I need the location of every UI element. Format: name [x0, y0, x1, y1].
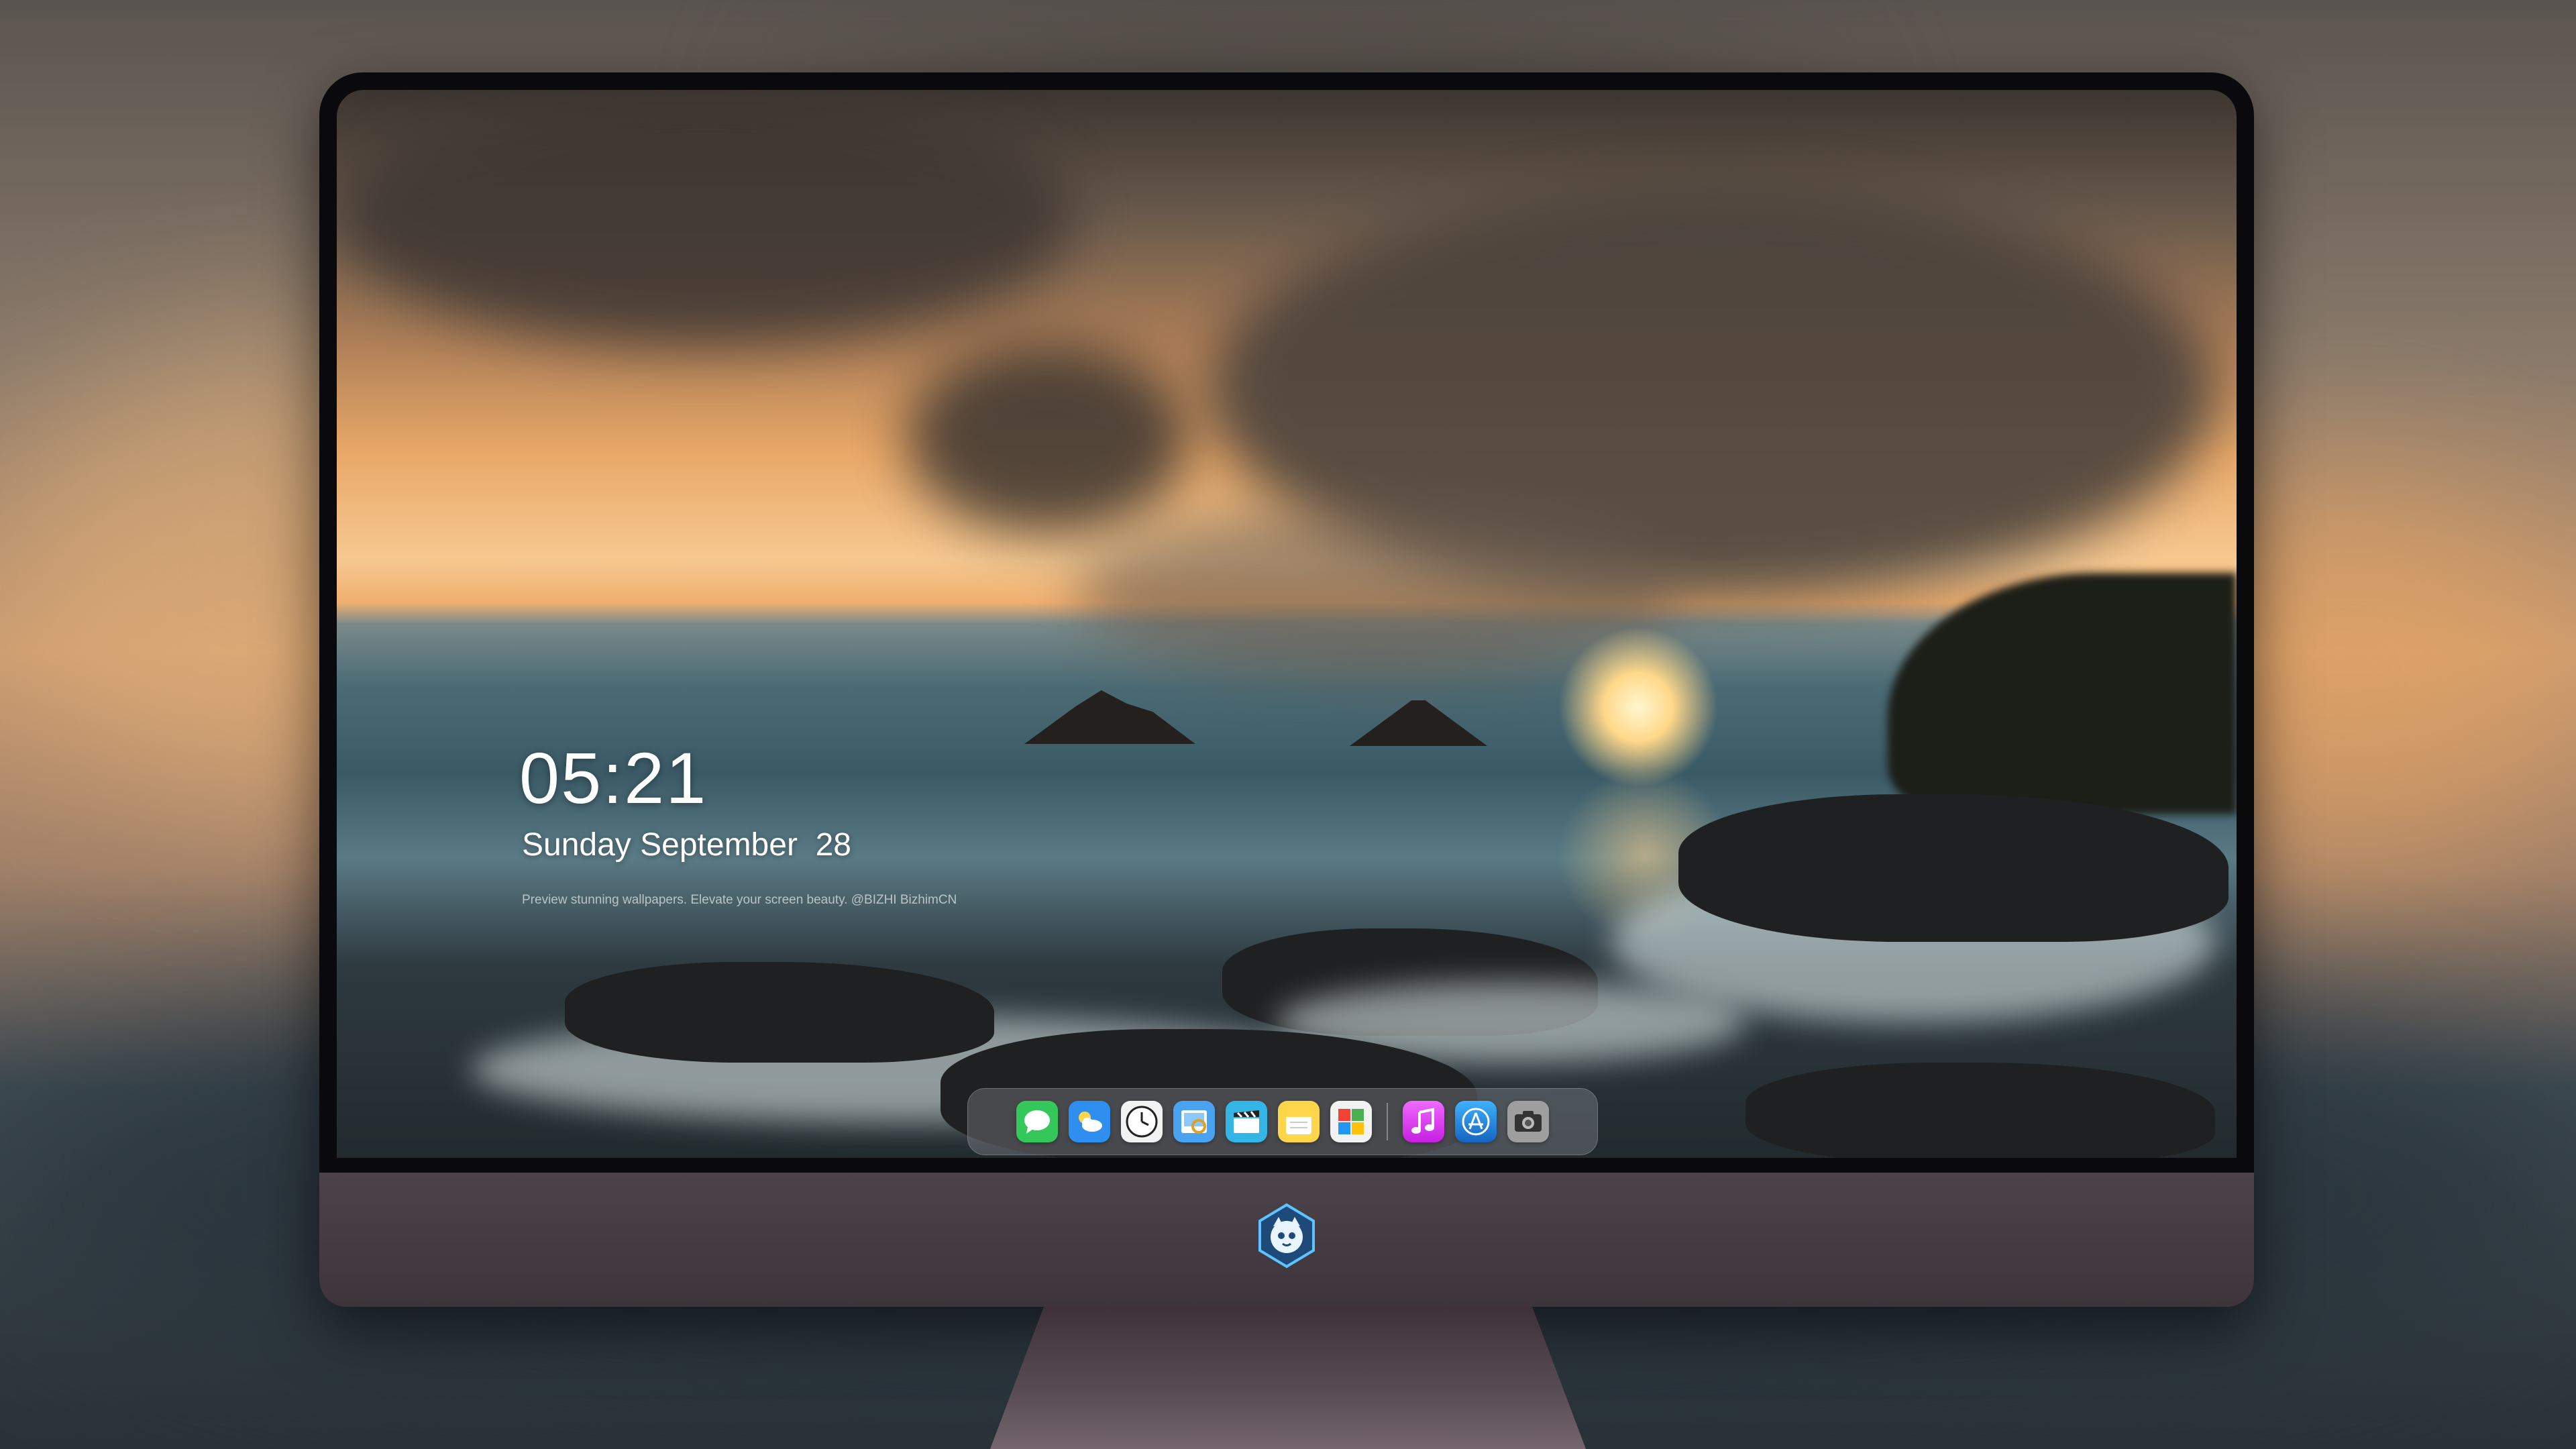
wallpaper-rock [565, 962, 994, 1063]
wallpaper-tagline: Preview stunning wallpapers. Elevate you… [522, 893, 957, 907]
wallpaper-sun [1558, 627, 1719, 788]
photos-grid-icon[interactable] [1330, 1101, 1372, 1142]
notes-icon[interactable] [1278, 1101, 1320, 1142]
message-bubble-icon[interactable] [1016, 1101, 1058, 1142]
lock-date: Sunday September 28 [522, 827, 851, 863]
dock-separator [1387, 1103, 1388, 1140]
wallpaper-island [1350, 700, 1487, 746]
monitor-chin [319, 1173, 2254, 1307]
preview-icon[interactable] [1173, 1101, 1215, 1142]
wallpaper-island [1024, 690, 1195, 744]
wallpaper-rock [1678, 794, 2229, 942]
monitor: 05:21 Sunday September 28 Preview stunni… [319, 72, 2254, 1307]
camera-icon[interactable] [1507, 1101, 1549, 1142]
clapper-icon[interactable] [1226, 1101, 1267, 1142]
lock-clock: 05:21 [519, 737, 708, 818]
brand-logo-icon [1258, 1203, 1315, 1269]
music-note-icon[interactable] [1403, 1101, 1444, 1142]
dock [967, 1088, 1598, 1155]
monitor-stand [990, 1307, 1586, 1449]
clock-icon[interactable] [1121, 1101, 1163, 1142]
wallpaper-shoreline-palms [1888, 573, 2237, 814]
lock-screen[interactable]: 05:21 Sunday September 28 Preview stunni… [337, 90, 2237, 1158]
wallpaper-cloud [337, 90, 1075, 345]
wallpaper-cloud [907, 345, 1189, 533]
weather-cloud-icon[interactable] [1069, 1101, 1110, 1142]
wallpaper-rock [1746, 1063, 2215, 1158]
app-store-icon[interactable] [1455, 1101, 1497, 1142]
